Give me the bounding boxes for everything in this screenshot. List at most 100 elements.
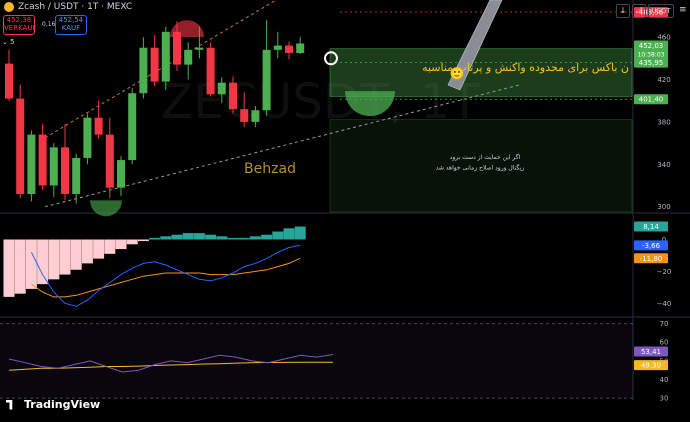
sell-price: 452,38	[6, 16, 32, 24]
histogram-bar	[283, 228, 295, 240]
currency-selector[interactable]: USDT	[648, 4, 674, 18]
histogram-bar	[115, 239, 127, 250]
price-axis-countdown: 10:38:03	[638, 52, 665, 59]
buy-label: KAUF	[61, 24, 81, 32]
histogram-bar	[182, 233, 194, 240]
candle-body	[184, 49, 193, 65]
tradingview-brand: TradingView	[24, 398, 101, 411]
collapsed-count: 5	[10, 38, 15, 46]
price-axis-label: 401,40	[639, 96, 664, 104]
candle-body	[83, 117, 92, 158]
price-axis-label: 435,95	[639, 59, 664, 67]
y-tick-label: 30	[660, 395, 669, 403]
indicator-axis-label: 8,14	[643, 223, 659, 231]
histogram-bar	[104, 239, 116, 254]
candle-body	[206, 47, 215, 95]
rsi-axis-label: 53,41	[641, 348, 661, 356]
smile-emoji-icon: 🙂	[450, 66, 465, 80]
candle-body	[195, 47, 204, 50]
zcash-coin-icon	[4, 2, 14, 12]
candle-body	[105, 134, 114, 188]
candle-body	[38, 134, 47, 186]
sell-button[interactable]: 452,38 VERKAUF	[3, 15, 37, 35]
histogram-bar	[14, 239, 26, 294]
histogram-bar	[216, 236, 228, 240]
y-tick-label: 340	[657, 161, 670, 169]
candle-body	[94, 117, 103, 135]
y-tick-label: −40	[657, 300, 672, 308]
histogram-bar	[149, 237, 161, 240]
histogram-bar	[59, 239, 71, 275]
candle-body	[27, 134, 36, 194]
candle-body	[229, 82, 237, 110]
spread-value: 0,16	[42, 21, 56, 28]
histogram-bar	[37, 239, 49, 285]
indicator-axis-label: -11,80	[640, 255, 663, 263]
candle-body	[161, 31, 170, 82]
candle-body	[251, 110, 260, 122]
y-tick-label: 60	[660, 339, 669, 347]
candle-body	[285, 45, 293, 53]
chart-stage[interactable]: 4604203803403000−20−407060504030ZECUSDT,…	[0, 0, 690, 418]
candle-body	[173, 31, 181, 65]
chart-canvas[interactable]: 4604203803403000−20−407060504030ZECUSDT,…	[0, 0, 690, 418]
histogram-bar	[70, 239, 82, 270]
sell-label: VERKAUF	[4, 24, 37, 32]
candle-body	[240, 109, 249, 122]
histogram-bar	[249, 236, 261, 240]
expand-icon[interactable]: ⤢	[632, 4, 646, 18]
author-signature: Behzad	[244, 161, 296, 177]
indicator-collapse-toggle[interactable]: ⌄ 5	[2, 38, 15, 46]
candle-body	[61, 147, 69, 194]
histogram-bar	[93, 239, 105, 259]
candle-body	[217, 82, 226, 95]
note-line-1: اگر این حمایت از دست برود	[450, 153, 521, 161]
histogram-bar	[193, 233, 205, 240]
y-tick-label: 420	[657, 76, 670, 84]
note-line-2: زیگنال ورود اصلاح زمانی خواهد شد	[436, 164, 525, 172]
histogram-bar	[227, 237, 239, 240]
indicator-axis-label: -3,66	[642, 242, 661, 250]
download-icon[interactable]: ↓	[616, 4, 630, 18]
candle-body	[72, 157, 81, 194]
histogram-bar	[205, 234, 217, 240]
histogram-bar	[238, 237, 250, 240]
y-tick-label: 380	[657, 118, 670, 126]
histogram-bar	[261, 234, 273, 240]
histogram-bar	[171, 234, 183, 240]
candle-body	[5, 63, 13, 99]
candle-body	[296, 43, 305, 53]
tradingview-mark-icon	[6, 399, 13, 410]
y-tick-label: 300	[657, 203, 670, 211]
histogram-bar	[137, 239, 149, 242]
symbol-title: Zcash / USDT · 1T · MEXC	[18, 2, 133, 12]
rsi-axis-label: 49,30	[641, 362, 661, 370]
tradingview-logo: TradingView	[6, 398, 100, 411]
chevron-down-icon: ⌄	[2, 38, 8, 46]
candle-body	[16, 98, 25, 194]
histogram-bar	[3, 239, 15, 297]
buy-price: 452,54	[58, 16, 84, 24]
histogram-bar	[272, 231, 284, 240]
price-axis-label: 452,03	[639, 42, 664, 50]
candle-body	[262, 49, 271, 111]
bullish-arc	[90, 200, 122, 217]
candle-body	[139, 47, 148, 94]
histogram-bar	[25, 239, 37, 289]
rsi-band	[0, 323, 633, 399]
histogram-bar	[160, 236, 172, 240]
histogram-bar	[294, 226, 306, 240]
symbol-header[interactable]: Zcash / USDT · 1T · MEXC	[4, 2, 132, 12]
y-tick-label: −20	[657, 268, 672, 276]
buy-button[interactable]: 452,54 KAUF	[55, 15, 87, 35]
y-tick-label: 460	[657, 34, 670, 42]
histogram-bar	[48, 239, 60, 280]
candle-body	[49, 147, 58, 186]
menu-icon[interactable]: ≡	[679, 5, 687, 15]
y-tick-label: 40	[660, 376, 669, 384]
candle-body	[117, 160, 125, 188]
histogram-bar	[126, 239, 138, 245]
y-tick-label: 70	[660, 320, 669, 328]
candle-body	[150, 47, 159, 82]
candle-body	[273, 45, 282, 50]
